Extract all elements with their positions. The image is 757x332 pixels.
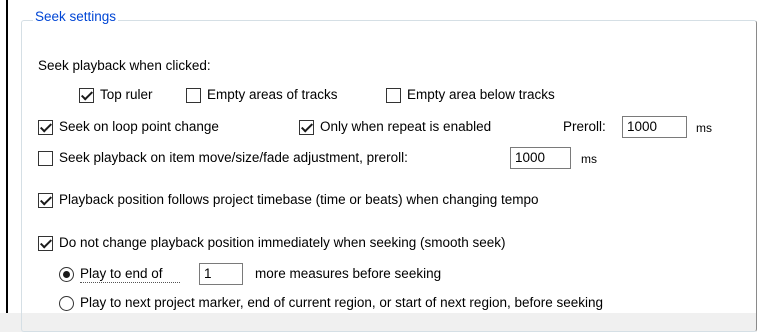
groupbox-title: Seek settings xyxy=(33,9,119,24)
seek-when-clicked-label: Seek playback when clicked: xyxy=(38,58,211,73)
seek-on-loop-point-change-label[interactable]: Seek on loop point change xyxy=(59,118,219,136)
empty-areas-of-tracks-checkbox[interactable] xyxy=(186,88,201,103)
smooth-seek-label[interactable]: Do not change playback position immediat… xyxy=(59,234,506,252)
measures-suffix-label: more measures before seeking xyxy=(255,266,442,281)
preroll-label: Preroll: xyxy=(563,119,606,134)
empty-area-below-tracks-checkbox[interactable] xyxy=(386,88,401,103)
play-to-end-radio[interactable] xyxy=(59,267,74,282)
empty-area-below-tracks-label[interactable]: Empty area below tracks xyxy=(407,86,555,104)
follows-project-timebase-checkbox[interactable] xyxy=(38,193,53,208)
seek-on-item-move-checkbox[interactable] xyxy=(38,151,53,166)
focus-indicator xyxy=(80,282,180,284)
measures-input[interactable]: 1 xyxy=(199,263,243,285)
item-move-preroll-unit: ms xyxy=(581,152,597,166)
top-ruler-label[interactable]: Top ruler xyxy=(100,86,153,104)
play-to-end-label[interactable]: Play to end of xyxy=(80,265,163,283)
seek-on-loop-point-change-checkbox[interactable] xyxy=(38,120,53,135)
preroll-unit: ms xyxy=(696,121,712,135)
item-move-preroll-input[interactable]: 1000 xyxy=(510,147,571,169)
only-when-repeat-label[interactable]: Only when repeat is enabled xyxy=(320,118,491,136)
top-ruler-checkbox[interactable] xyxy=(79,88,94,103)
only-when-repeat-checkbox[interactable] xyxy=(299,120,314,135)
play-to-marker-label[interactable]: Play to next project marker, end of curr… xyxy=(80,294,603,312)
follows-project-timebase-label[interactable]: Playback position follows project timeba… xyxy=(59,191,539,209)
seek-on-item-move-label[interactable]: Seek playback on item move/size/fade adj… xyxy=(59,149,408,167)
play-to-marker-radio[interactable] xyxy=(59,296,74,311)
smooth-seek-checkbox[interactable] xyxy=(38,236,53,251)
empty-areas-of-tracks-label[interactable]: Empty areas of tracks xyxy=(207,86,338,104)
preroll-input[interactable]: 1000 xyxy=(622,116,687,138)
